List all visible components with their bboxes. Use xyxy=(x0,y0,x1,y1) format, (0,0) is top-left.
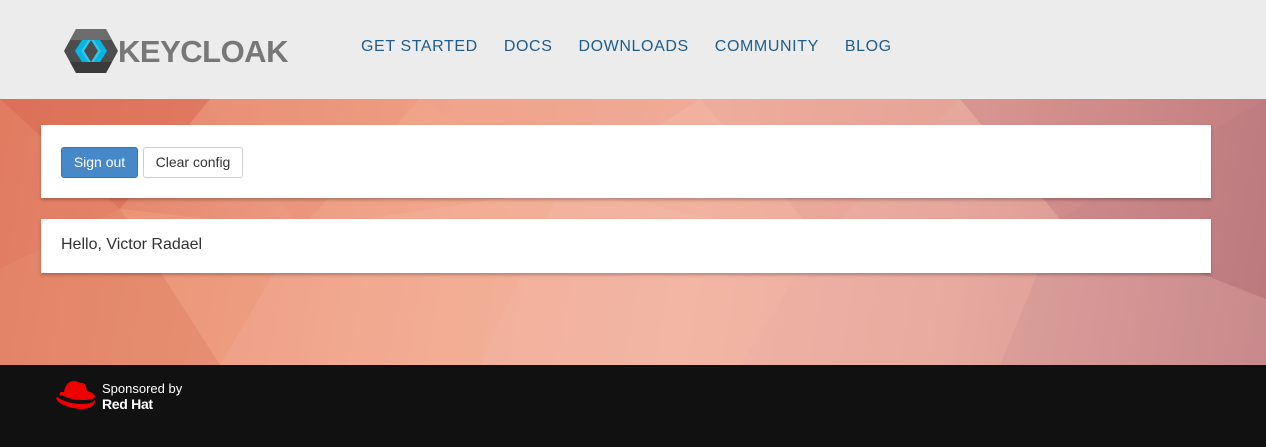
clear-config-button[interactable]: Clear config xyxy=(143,147,243,178)
nav-downloads[interactable]: DOWNLOADS xyxy=(578,38,688,56)
redhat-hat-icon[interactable] xyxy=(55,379,97,411)
site-header: KEYCLOAK GET STARTED DOCS DOWNLOADS COMM… xyxy=(0,0,1266,99)
actions-panel: Sign out Clear config xyxy=(41,125,1211,198)
keycloak-logo-icon xyxy=(64,29,118,73)
nav-blog[interactable]: BLOG xyxy=(845,38,892,56)
nav-get-started[interactable]: GET STARTED xyxy=(361,38,478,56)
sponsor-block[interactable]: Sponsored by Red Hat xyxy=(102,381,182,412)
nav-docs[interactable]: DOCS xyxy=(504,38,553,56)
logo-wordmark: KEYCLOAK xyxy=(118,33,288,69)
sign-out-button[interactable]: Sign out xyxy=(61,147,138,178)
greeting-panel: Hello, Victor Radael xyxy=(41,219,1211,273)
nav-community[interactable]: COMMUNITY xyxy=(715,38,819,56)
greeting-text: Hello, Victor Radael xyxy=(61,236,203,253)
site-footer: Sponsored by Red Hat xyxy=(0,365,1266,447)
main-nav: GET STARTED DOCS DOWNLOADS COMMUNITY BLO… xyxy=(361,38,918,56)
sponsored-by-label: Sponsored by xyxy=(102,381,183,396)
redhat-brand: Red Hat xyxy=(102,396,153,412)
hero-background: Sign out Clear config Hello, Victor Rada… xyxy=(0,99,1266,365)
keycloak-logo[interactable]: KEYCLOAK xyxy=(60,26,300,76)
